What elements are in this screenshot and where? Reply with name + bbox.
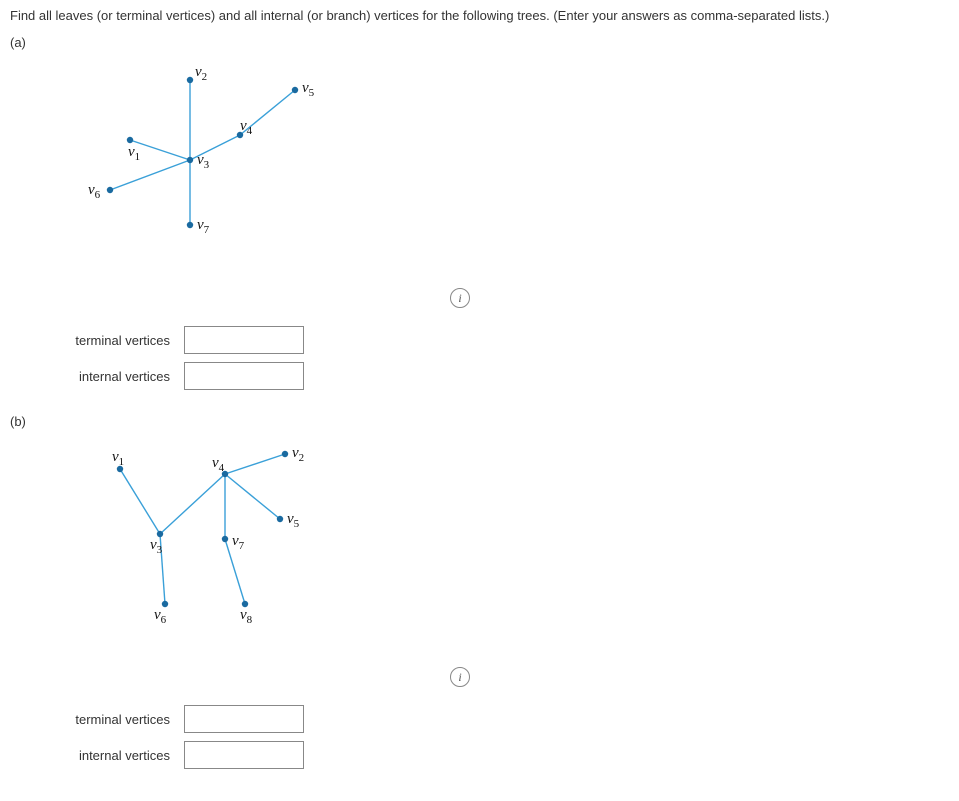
vertex-label-v6: v6: [154, 607, 166, 626]
vertex-label-v2: v2: [292, 445, 304, 464]
vertex-label-v7: v7: [232, 533, 244, 552]
tree-a-graph: v1 v2 v3 v4 v5 v6 v7: [50, 60, 490, 270]
input-a-internal[interactable]: [184, 362, 304, 390]
part-a-label: (a): [10, 35, 949, 50]
label-internal: internal vertices: [50, 748, 170, 763]
label-terminal: terminal vertices: [50, 712, 170, 727]
label-terminal: terminal vertices: [50, 333, 170, 348]
info-icon[interactable]: i: [450, 288, 470, 308]
row-a-terminal: terminal vertices: [50, 326, 949, 354]
vertex-label-v5: v5: [302, 80, 314, 99]
part-b: (b) v1 v2 v: [10, 414, 949, 769]
input-b-terminal[interactable]: [184, 705, 304, 733]
info-icon[interactable]: i: [450, 667, 470, 687]
tree-b-graph: v1 v2 v3 v4 v5 v6 v7 v8: [50, 439, 490, 649]
vertex-label-v1: v1: [128, 144, 140, 163]
vertex-label-v3: v3: [197, 152, 209, 171]
vertex-label-v2: v2: [195, 64, 207, 83]
tree-a-svg: [50, 60, 490, 270]
label-internal: internal vertices: [50, 369, 170, 384]
vertex-label-v3: v3: [150, 537, 162, 556]
question-prompt: Find all leaves (or terminal vertices) a…: [10, 8, 949, 23]
vertex-label-v4: v4: [212, 455, 224, 474]
row-b-terminal: terminal vertices: [50, 705, 949, 733]
input-a-terminal[interactable]: [184, 326, 304, 354]
part-b-label: (b): [10, 414, 949, 429]
part-a: (a) v1 v2 v3 v4 v5: [10, 35, 949, 390]
row-b-internal: internal vertices: [50, 741, 949, 769]
vertex-label-v7: v7: [197, 217, 209, 236]
vertex-label-v5: v5: [287, 511, 299, 530]
vertex-label-v6: v6: [88, 182, 100, 201]
tree-b-svg: [50, 439, 490, 649]
vertex-label-v4: v4: [240, 118, 252, 137]
input-b-internal[interactable]: [184, 741, 304, 769]
row-a-internal: internal vertices: [50, 362, 949, 390]
vertex-label-v1: v1: [112, 449, 124, 468]
vertex-label-v8: v8: [240, 607, 252, 626]
